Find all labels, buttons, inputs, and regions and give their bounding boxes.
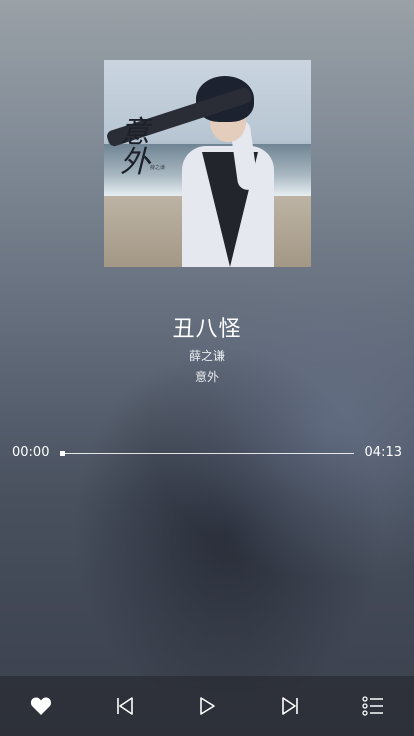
- cover-artist-text: 薛之谦: [150, 165, 166, 171]
- play-button[interactable]: [182, 676, 232, 736]
- skip-forward-icon: [282, 697, 298, 715]
- total-time: 04:13: [364, 445, 402, 460]
- album-cover: 意外 薛之谦: [104, 60, 311, 267]
- next-button[interactable]: [265, 676, 315, 736]
- playlist-button[interactable]: [348, 676, 398, 736]
- song-artist: 薛之谦: [188, 349, 225, 363]
- heart-icon: [30, 697, 52, 715]
- song-title: 丑八怪: [172, 317, 242, 342]
- progress-track[interactable]: [62, 453, 354, 454]
- progress-thumb[interactable]: [60, 451, 65, 456]
- like-button[interactable]: [16, 676, 66, 736]
- current-time: 00:00: [12, 445, 50, 460]
- play-icon: [200, 697, 215, 715]
- previous-button[interactable]: [100, 676, 150, 736]
- skip-back-icon: [117, 697, 133, 715]
- playlist-icon: [362, 696, 383, 716]
- song-album: 意外: [194, 370, 219, 384]
- control-bar: [0, 676, 414, 736]
